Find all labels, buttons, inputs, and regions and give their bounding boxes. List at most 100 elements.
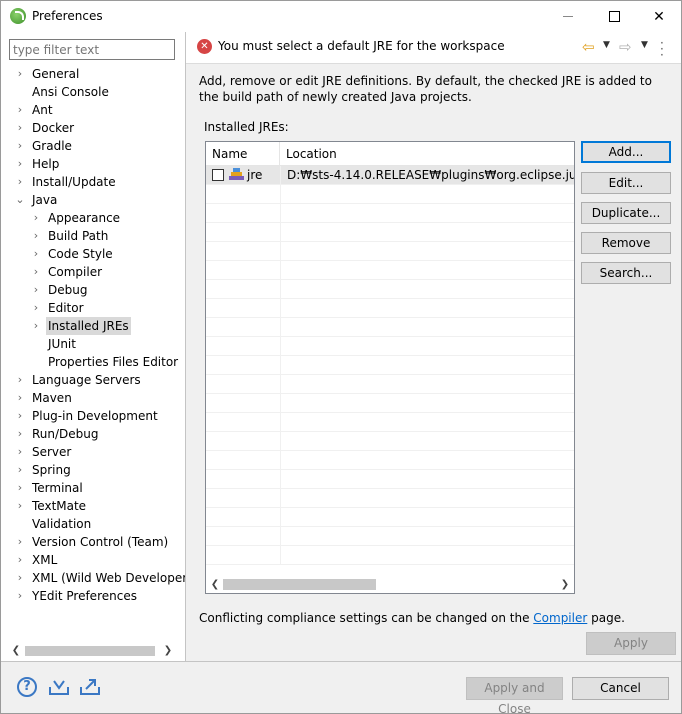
table-row bbox=[206, 489, 574, 508]
column-divider bbox=[280, 166, 281, 185]
tree-item-label: YEdit Preferences bbox=[32, 589, 137, 603]
chevron-right-icon[interactable]: › bbox=[15, 173, 25, 191]
chevron-right-icon[interactable]: › bbox=[15, 371, 25, 389]
table-row bbox=[206, 280, 574, 299]
scrollbar-thumb[interactable] bbox=[25, 646, 155, 656]
tree-item-label: General bbox=[32, 67, 80, 81]
tree-item-label: Ant bbox=[32, 103, 53, 117]
compiler-link[interactable]: Compiler bbox=[533, 611, 587, 625]
chevron-right-icon[interactable]: › bbox=[31, 281, 41, 299]
column-divider bbox=[280, 318, 281, 337]
column-divider bbox=[280, 375, 281, 394]
chevron-right-icon[interactable]: › bbox=[15, 65, 25, 83]
scroll-right-icon[interactable]: ❯ bbox=[161, 644, 175, 658]
chevron-right-icon[interactable]: › bbox=[15, 155, 25, 173]
chevron-right-icon[interactable]: › bbox=[15, 461, 25, 479]
tree-horizontal-scrollbar[interactable]: ❮ ❯ bbox=[9, 644, 175, 658]
table-row[interactable]: jre D:₩sts-4.14.0.RELEASE₩plugins₩org.ecl… bbox=[206, 166, 574, 185]
scroll-left-icon[interactable]: ❮ bbox=[208, 577, 222, 592]
chevron-right-icon[interactable]: › bbox=[15, 389, 25, 407]
add-button[interactable]: Add... bbox=[581, 141, 671, 163]
chevron-right-icon[interactable]: › bbox=[15, 443, 25, 461]
table-row bbox=[206, 318, 574, 337]
column-divider bbox=[280, 527, 281, 546]
table-row bbox=[206, 394, 574, 413]
back-arrow-icon[interactable]: ⇦ bbox=[582, 40, 600, 55]
chevron-right-icon[interactable]: › bbox=[31, 317, 41, 335]
message-bar: ✕ You must select a default JRE for the … bbox=[186, 32, 681, 64]
forward-arrow-icon[interactable]: ⇨ bbox=[619, 40, 637, 55]
jre-library-icon bbox=[229, 168, 244, 182]
cancel-button[interactable]: Cancel bbox=[572, 677, 669, 700]
back-dropdown-icon[interactable]: ▼ bbox=[603, 40, 613, 50]
window-title: Preferences bbox=[32, 9, 103, 23]
chevron-right-icon[interactable]: › bbox=[15, 101, 25, 119]
table-row bbox=[206, 508, 574, 527]
chevron-right-icon[interactable]: › bbox=[15, 425, 25, 443]
column-divider bbox=[280, 356, 281, 375]
view-menu-icon[interactable]: · · · bbox=[660, 37, 668, 61]
chevron-right-icon[interactable]: › bbox=[15, 479, 25, 497]
chevron-right-icon[interactable]: › bbox=[15, 587, 25, 605]
chevron-down-icon[interactable]: ⌄ bbox=[15, 191, 25, 209]
apply-button[interactable]: Apply bbox=[586, 632, 676, 655]
chevron-right-icon[interactable]: › bbox=[15, 569, 25, 587]
table-row bbox=[206, 299, 574, 318]
table-row bbox=[206, 204, 574, 223]
spring-app-icon bbox=[10, 8, 26, 24]
chevron-right-icon[interactable]: › bbox=[15, 551, 25, 569]
table-horizontal-scrollbar[interactable]: ❮ ❯ bbox=[206, 576, 574, 593]
tree-item-label: Debug bbox=[48, 283, 88, 297]
help-icon[interactable]: ? bbox=[17, 677, 37, 697]
chevron-right-icon[interactable]: › bbox=[31, 209, 41, 227]
column-header-location[interactable]: Location bbox=[280, 142, 574, 166]
preferences-navigation: › General Ansi Console › Ant › Docker › Gradle › H… bbox=[1, 32, 192, 661]
maximize-button[interactable] bbox=[591, 1, 637, 32]
chevron-right-icon[interactable]: › bbox=[31, 299, 41, 317]
column-header-name[interactable]: Name bbox=[206, 142, 280, 166]
scrollbar-thumb[interactable] bbox=[223, 579, 376, 590]
minimize-button[interactable] bbox=[545, 1, 591, 32]
jre-location: D:₩sts-4.14.0.RELEASE₩plugins₩org.eclips… bbox=[287, 168, 574, 182]
search-button[interactable]: Search... bbox=[581, 262, 671, 284]
compliance-suffix: page. bbox=[587, 611, 625, 625]
maximize-icon bbox=[608, 11, 620, 22]
scroll-left-icon[interactable]: ❮ bbox=[9, 644, 23, 658]
tree-item-label: Ansi Console bbox=[32, 85, 109, 99]
chevron-right-icon[interactable]: › bbox=[15, 533, 25, 551]
column-divider bbox=[280, 299, 281, 318]
import-icon[interactable] bbox=[48, 677, 70, 697]
chevron-right-icon[interactable]: › bbox=[31, 245, 41, 263]
close-button[interactable]: ✕ bbox=[636, 1, 682, 32]
column-divider bbox=[280, 489, 281, 508]
scroll-right-icon[interactable]: ❯ bbox=[558, 577, 572, 592]
error-message: You must select a default JRE for the wo… bbox=[218, 39, 505, 53]
forward-dropdown-icon[interactable]: ▼ bbox=[641, 40, 651, 50]
export-icon[interactable] bbox=[79, 677, 101, 697]
close-icon: ✕ bbox=[653, 8, 665, 25]
edit-button[interactable]: Edit... bbox=[581, 172, 671, 194]
chevron-right-icon[interactable]: › bbox=[31, 263, 41, 281]
duplicate-button[interactable]: Duplicate... bbox=[581, 202, 671, 224]
jre-table: Name Location jre D:₩sts-4.14.0.RELEASE₩p… bbox=[205, 141, 575, 594]
table-row bbox=[206, 375, 574, 394]
chevron-right-icon[interactable]: › bbox=[15, 407, 25, 425]
remove-button[interactable]: Remove bbox=[581, 232, 671, 254]
tree-item-label: XML (Wild Web Developer) bbox=[32, 571, 192, 585]
tree-item-label: Java bbox=[32, 193, 58, 207]
installed-jres-label: Installed JREs: bbox=[204, 120, 289, 134]
apply-and-close-button[interactable]: Apply and Close bbox=[466, 677, 563, 714]
chevron-right-icon[interactable]: › bbox=[15, 119, 25, 137]
tree-item-label: Server bbox=[32, 445, 72, 459]
column-divider bbox=[280, 280, 281, 299]
chevron-right-icon[interactable]: › bbox=[15, 497, 25, 515]
jre-default-checkbox[interactable] bbox=[212, 169, 224, 181]
chevron-right-icon[interactable]: › bbox=[31, 227, 41, 245]
preferences-window: Preferences ✕ › General Ansi Console › Ant › D… bbox=[0, 0, 682, 714]
filter-input[interactable] bbox=[9, 39, 175, 60]
table-row bbox=[206, 413, 574, 432]
column-divider bbox=[280, 223, 281, 242]
chevron-right-icon[interactable]: › bbox=[15, 137, 25, 155]
tree-item-label: XML bbox=[32, 553, 58, 567]
column-divider bbox=[280, 432, 281, 451]
